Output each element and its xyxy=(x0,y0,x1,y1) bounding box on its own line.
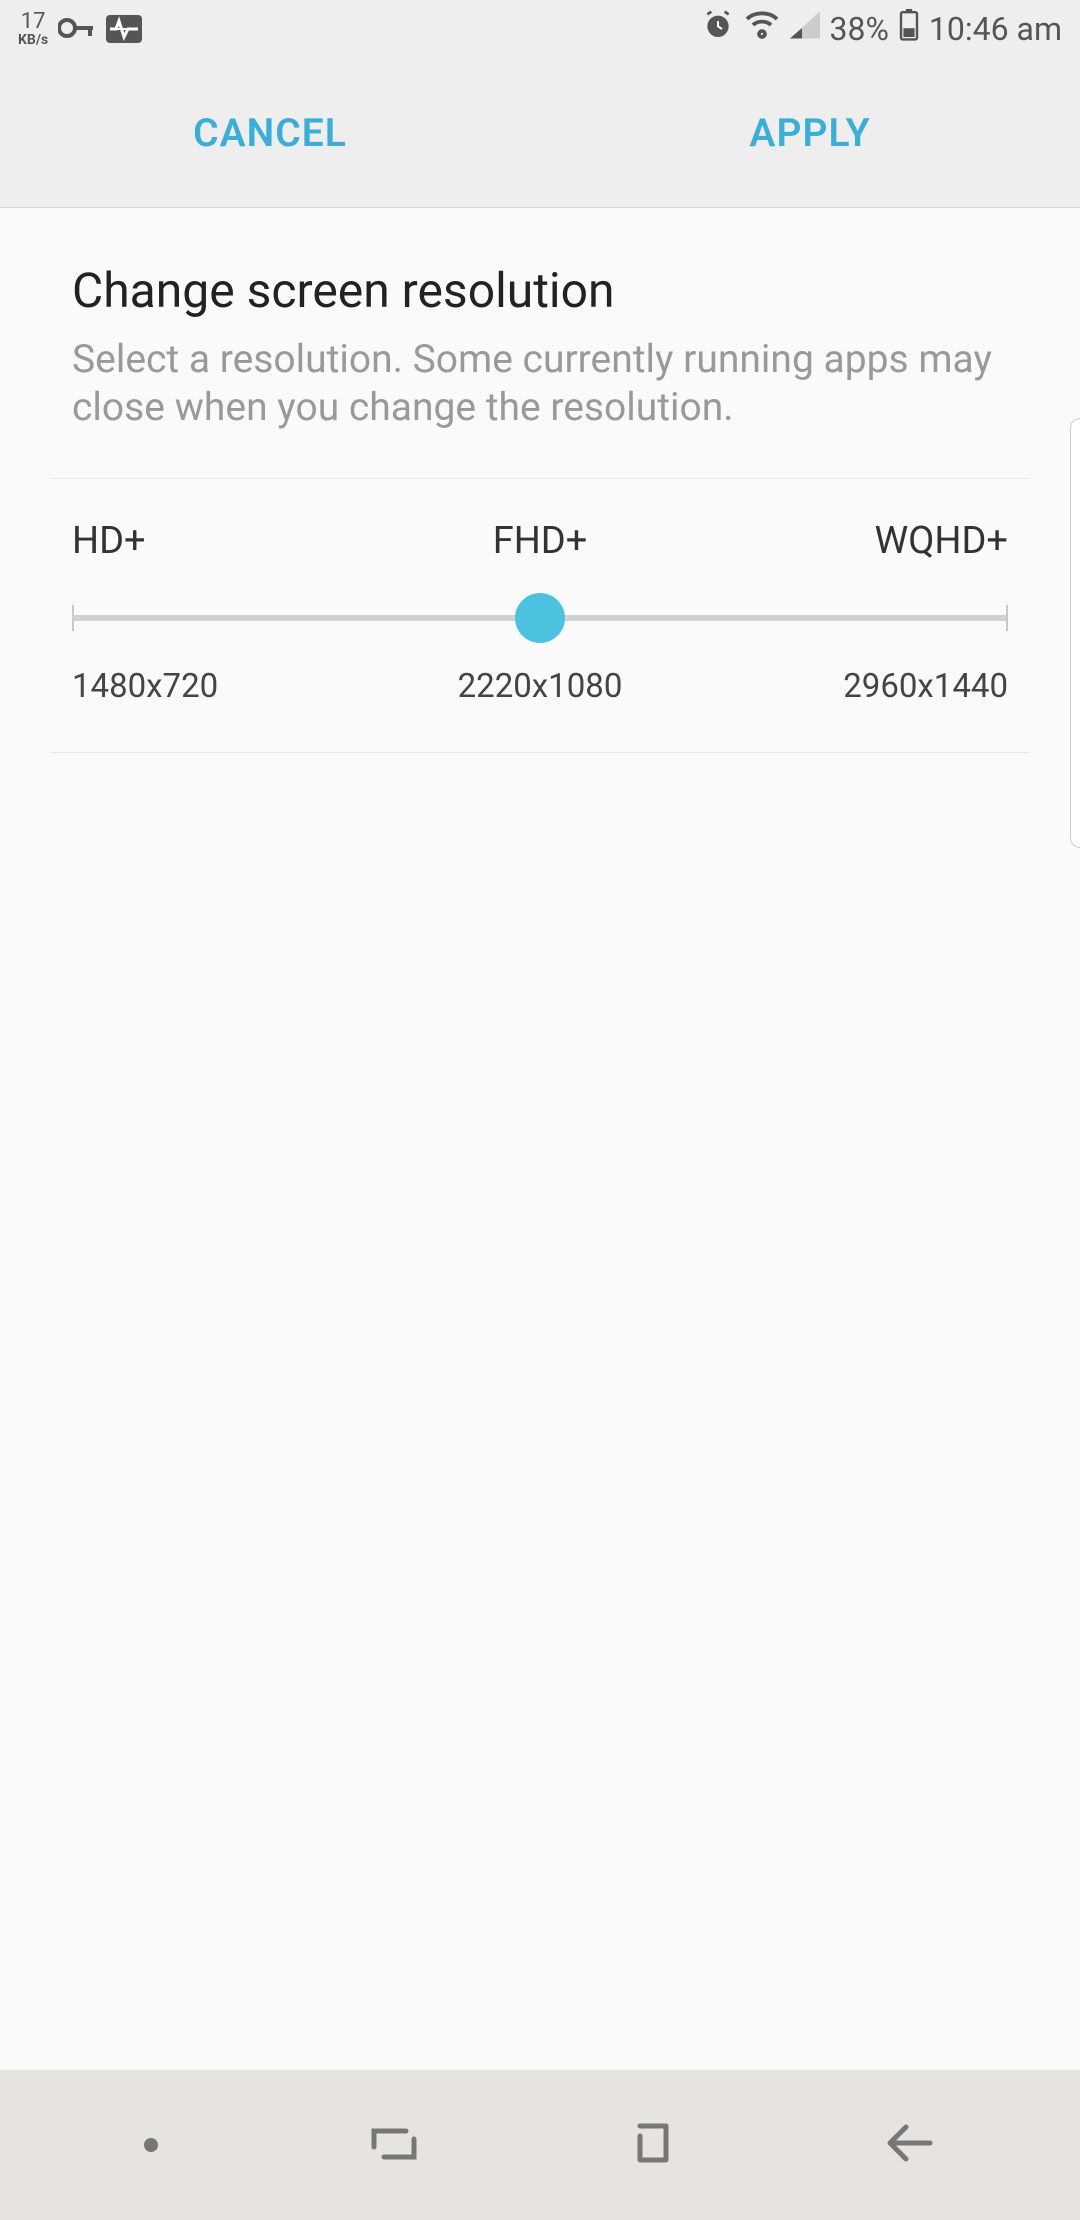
action-bar: CANCEL APPLY xyxy=(0,58,1080,208)
divider xyxy=(50,752,1030,753)
alarm-icon xyxy=(702,9,734,49)
status-bar: 17 KB/s 38% 10:46 am xyxy=(0,0,1080,58)
slider-thumb[interactable] xyxy=(515,593,565,643)
resolution-value-fhd: 2220x1080 xyxy=(458,667,623,706)
navigation-bar xyxy=(0,2070,1080,2220)
recents-icon[interactable] xyxy=(366,2123,422,2167)
resolution-labels-row: HD+ FHD+ WQHD+ xyxy=(72,519,1008,563)
resolution-slider[interactable] xyxy=(72,593,1008,643)
main-content: Change screen resolution Select a resolu… xyxy=(0,208,1080,2070)
speed-unit: KB/s xyxy=(18,33,48,47)
signal-icon xyxy=(790,11,820,47)
wifi-icon xyxy=(744,10,780,48)
clock-time: 10:46 am xyxy=(929,10,1062,48)
resolution-slider-block: HD+ FHD+ WQHD+ 1480x720 2220x1080 2960x1… xyxy=(0,479,1080,752)
resolution-values-row: 1480x720 2220x1080 2960x1440 xyxy=(72,667,1008,706)
header-block: Change screen resolution Select a resolu… xyxy=(0,208,1080,478)
home-icon[interactable] xyxy=(630,2120,676,2170)
scroll-indicator[interactable] xyxy=(1070,418,1080,848)
resolution-label-fhd: FHD+ xyxy=(493,519,588,563)
battery-percentage: 38% xyxy=(830,10,889,48)
slider-tick-right xyxy=(1006,605,1008,631)
status-right: 38% 10:46 am xyxy=(702,9,1063,49)
apply-button[interactable]: APPLY xyxy=(540,58,1080,207)
page-title: Change screen resolution xyxy=(72,262,1008,319)
resolution-label-hd: HD+ xyxy=(72,519,146,563)
vpn-key-icon xyxy=(58,14,96,44)
status-left: 17 KB/s xyxy=(18,11,142,47)
back-icon[interactable] xyxy=(884,2121,936,2169)
speed-value: 17 xyxy=(21,11,46,33)
activity-icon xyxy=(106,15,142,43)
network-speed-indicator: 17 KB/s xyxy=(18,11,48,47)
cancel-button[interactable]: CANCEL xyxy=(0,58,540,207)
resolution-value-wqhd: 2960x1440 xyxy=(843,667,1008,706)
battery-icon xyxy=(899,9,919,49)
resolution-label-wqhd: WQHD+ xyxy=(875,519,1008,563)
nav-assistant-icon[interactable] xyxy=(144,2138,158,2152)
page-description: Select a resolution. Some currently runn… xyxy=(72,335,1008,432)
resolution-value-hd: 1480x720 xyxy=(72,667,218,706)
